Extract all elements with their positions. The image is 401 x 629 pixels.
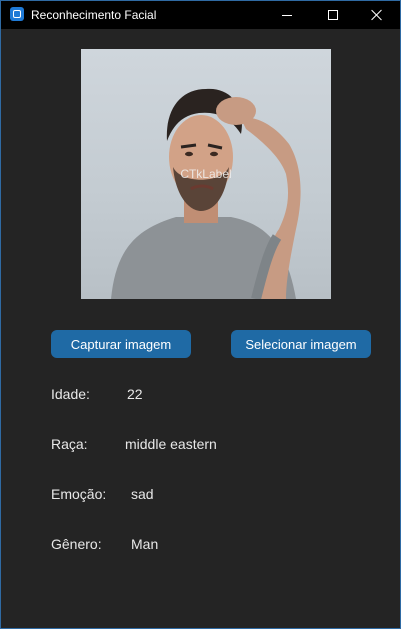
gender-label: Gênero:	[51, 536, 102, 552]
title-bar[interactable]: Reconhecimento Facial	[1, 1, 400, 29]
age-label: Idade:	[51, 386, 90, 402]
race-value: middle eastern	[125, 436, 217, 452]
window-title: Reconhecimento Facial	[31, 8, 157, 22]
maximize-button[interactable]	[310, 1, 356, 29]
close-button[interactable]	[354, 1, 400, 29]
age-value: 22	[127, 386, 143, 402]
emotion-label: Emoção:	[51, 486, 107, 502]
emotion-value: sad	[131, 486, 154, 502]
image-label: CTkLabel	[180, 167, 232, 181]
race-label: Raça:	[51, 436, 88, 452]
minimize-button[interactable]	[264, 1, 310, 29]
face-image: CTkLabel	[81, 49, 331, 299]
select-image-button[interactable]: Selecionar imagem	[231, 330, 371, 358]
capture-image-button[interactable]: Capturar imagem	[51, 330, 191, 358]
gender-value: Man	[131, 536, 159, 552]
maximize-icon	[328, 10, 338, 20]
app-icon	[10, 7, 24, 21]
close-icon	[371, 9, 383, 21]
app-window: Reconhecimento Facial CTkLabel Capturar …	[0, 0, 401, 629]
minimize-icon	[282, 14, 292, 16]
